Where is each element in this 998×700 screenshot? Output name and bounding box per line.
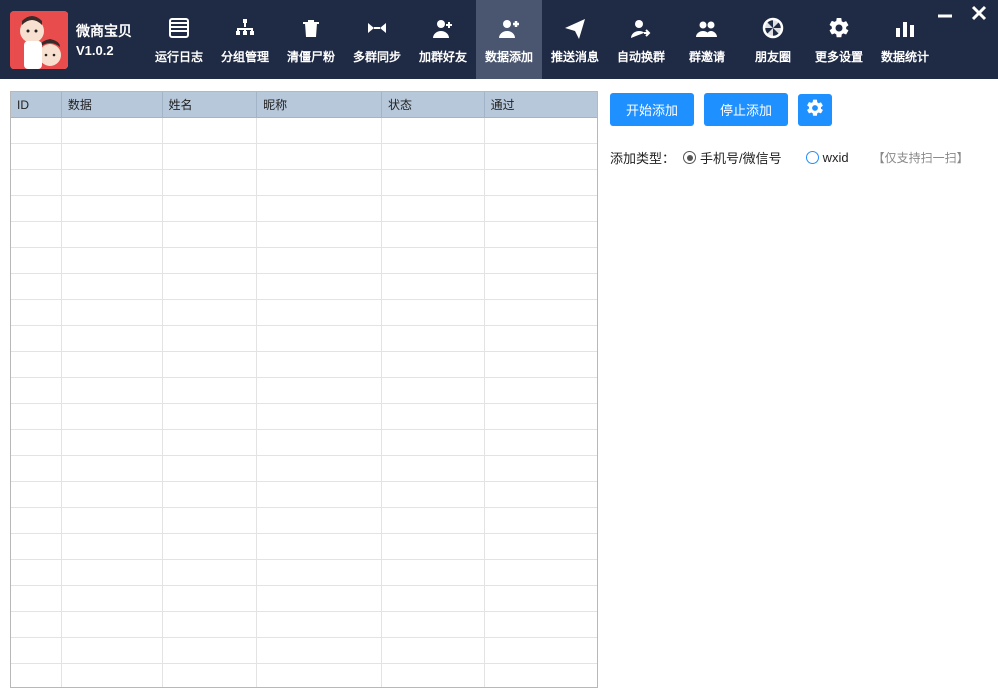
minimize-button[interactable] bbox=[934, 2, 956, 24]
group-icon bbox=[231, 14, 259, 42]
table-row bbox=[11, 326, 597, 352]
toolbar-label: 朋友圈 bbox=[755, 48, 791, 65]
toolbar-label: 数据添加 bbox=[485, 48, 533, 65]
toolbar-label: 多群同步 bbox=[353, 48, 401, 65]
table-row bbox=[11, 456, 597, 482]
toolbar-clean[interactable]: 清僵尸粉 bbox=[278, 0, 344, 79]
radio-phone[interactable]: 手机号/微信号 bbox=[683, 148, 782, 167]
table-row bbox=[11, 248, 597, 274]
table-row bbox=[11, 378, 597, 404]
table-row bbox=[11, 222, 597, 248]
col-header[interactable]: 状态 bbox=[381, 92, 484, 118]
radio-circle-icon bbox=[683, 151, 696, 164]
add-type-label: 添加类型： bbox=[610, 148, 675, 167]
toolbar-invite[interactable]: 群邀请 bbox=[674, 0, 740, 79]
settings-button[interactable] bbox=[798, 94, 832, 126]
toolbar-autoswap[interactable]: 自动换群 bbox=[608, 0, 674, 79]
table-row bbox=[11, 586, 597, 612]
toolbar-moments[interactable]: 朋友圈 bbox=[740, 0, 806, 79]
toolbar-stats[interactable]: 数据统计 bbox=[872, 0, 938, 79]
main-toolbar: 运行日志 分组管理 清僵尸粉 多群同步 加群好友 数据添加 推送消息 自动换群 群邀请 朋友圈 更多… bbox=[146, 0, 938, 79]
autoswap-icon bbox=[627, 14, 655, 42]
col-header[interactable]: 昵称 bbox=[257, 92, 382, 118]
toolbar-label: 分组管理 bbox=[221, 48, 269, 65]
table-row bbox=[11, 196, 597, 222]
action-buttons: 开始添加 停止添加 bbox=[610, 93, 988, 126]
moments-icon bbox=[759, 14, 787, 42]
data-table-container: ID数据姓名昵称状态通过 bbox=[10, 91, 598, 688]
stop-add-button[interactable]: 停止添加 bbox=[704, 93, 788, 126]
table-row bbox=[11, 170, 597, 196]
table-row bbox=[11, 638, 597, 664]
app-version: V1.0.2 bbox=[76, 43, 132, 58]
app-info: 微商宝贝 V1.0.2 bbox=[76, 21, 132, 58]
toolbar-label: 群邀请 bbox=[689, 48, 725, 65]
table-row bbox=[11, 560, 597, 586]
app-name: 微商宝贝 bbox=[76, 21, 132, 41]
table-row bbox=[11, 430, 597, 456]
data-add-icon bbox=[495, 14, 523, 42]
window-controls bbox=[934, 2, 990, 24]
table-row bbox=[11, 144, 597, 170]
add-type-row: 添加类型： 手机号/微信号 wxid 【仅支持扫一扫】 bbox=[610, 148, 988, 167]
toolbar-label: 推送消息 bbox=[551, 48, 599, 65]
stats-icon bbox=[891, 14, 919, 42]
col-header[interactable]: 数据 bbox=[61, 92, 162, 118]
start-add-button[interactable]: 开始添加 bbox=[610, 93, 694, 126]
close-button[interactable] bbox=[968, 2, 990, 24]
toolbar-log[interactable]: 运行日志 bbox=[146, 0, 212, 79]
toolbar-label: 数据统计 bbox=[881, 48, 929, 65]
radio-phone-label: 手机号/微信号 bbox=[700, 148, 782, 167]
toolbar-data-add[interactable]: 数据添加 bbox=[476, 0, 542, 79]
table-header-row: ID数据姓名昵称状态通过 bbox=[11, 92, 597, 118]
clean-icon bbox=[297, 14, 325, 42]
col-header[interactable]: ID bbox=[11, 92, 61, 118]
table-row bbox=[11, 482, 597, 508]
title-bar: 微商宝贝 V1.0.2 运行日志 分组管理 清僵尸粉 多群同步 加群好友 数据添加 推送消息… bbox=[0, 0, 998, 79]
side-panel: 开始添加 停止添加 添加类型： 手机号/微信号 wxid 【仅支持扫一扫】 bbox=[610, 91, 988, 688]
table-row bbox=[11, 534, 597, 560]
avatar bbox=[10, 11, 68, 69]
addfriend-icon bbox=[429, 14, 457, 42]
table-row bbox=[11, 118, 597, 144]
col-header[interactable]: 通过 bbox=[484, 92, 597, 118]
toolbar-label: 自动换群 bbox=[617, 48, 665, 65]
toolbar-label: 加群好友 bbox=[419, 48, 467, 65]
toolbar-group[interactable]: 分组管理 bbox=[212, 0, 278, 79]
toolbar-settings[interactable]: 更多设置 bbox=[806, 0, 872, 79]
gear-icon bbox=[805, 98, 825, 121]
content-area: ID数据姓名昵称状态通过 开始添加 停止添加 添加类型： 手机号/微信号 wxi… bbox=[0, 79, 998, 700]
table-row bbox=[11, 352, 597, 378]
table-body bbox=[11, 118, 597, 689]
toolbar-label: 运行日志 bbox=[155, 48, 203, 65]
radio-wxid[interactable]: wxid bbox=[806, 150, 849, 165]
table-row bbox=[11, 612, 597, 638]
wxid-hint: 【仅支持扫一扫】 bbox=[873, 149, 969, 166]
toolbar-addfriend[interactable]: 加群好友 bbox=[410, 0, 476, 79]
table-row bbox=[11, 274, 597, 300]
push-icon bbox=[561, 14, 589, 42]
sync-icon bbox=[363, 14, 391, 42]
table-row bbox=[11, 300, 597, 326]
toolbar-label: 更多设置 bbox=[815, 48, 863, 65]
data-table: ID数据姓名昵称状态通过 bbox=[11, 92, 597, 688]
table-row bbox=[11, 664, 597, 689]
invite-icon bbox=[693, 14, 721, 42]
col-header[interactable]: 姓名 bbox=[162, 92, 257, 118]
toolbar-label: 清僵尸粉 bbox=[287, 48, 335, 65]
settings-icon bbox=[825, 14, 853, 42]
table-row bbox=[11, 508, 597, 534]
toolbar-push[interactable]: 推送消息 bbox=[542, 0, 608, 79]
radio-circle-icon bbox=[806, 151, 819, 164]
table-row bbox=[11, 404, 597, 430]
radio-wxid-label: wxid bbox=[823, 150, 849, 165]
log-icon bbox=[165, 14, 193, 42]
toolbar-sync[interactable]: 多群同步 bbox=[344, 0, 410, 79]
